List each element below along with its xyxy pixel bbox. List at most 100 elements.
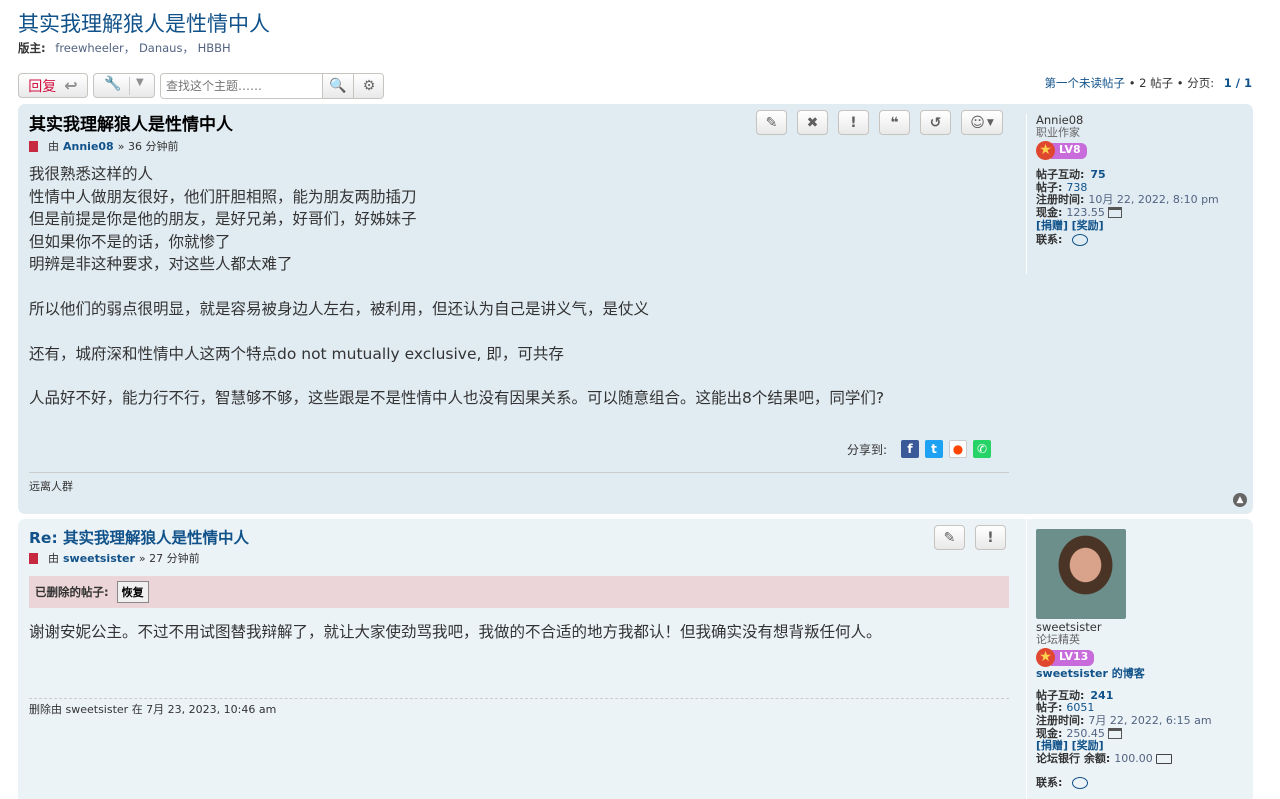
by-label: 由 [48,552,59,565]
divider [129,77,130,95]
back-to-top-icon[interactable]: ▲ [1233,493,1247,507]
twitter-icon[interactable]: t [925,440,944,458]
reddit-icon[interactable]: ● [949,440,968,458]
search-input[interactable] [161,74,323,98]
moderators-line: 版主: freewheeler， Danaus， HBBH [18,40,231,56]
topic-title[interactable]: 其实我理解狼人是性情中人 [18,8,270,38]
reply-button[interactable]: 回复 ↩ [18,73,88,98]
level-badge: ★ LV8 [1036,141,1087,161]
post-paragraph: 所以他们的弱点很明显，就是容易被身边人左右，被利用，但还认为自己是讲义气，是仗义 [29,299,650,318]
post-author[interactable]: Annie08 [63,140,114,153]
deleted-by-notice: 删除由 sweetsister 在 7月 23, 2023, 10:46 am [29,703,277,716]
post-file-icon[interactable] [29,140,38,152]
quote-button[interactable]: ❝ [879,110,910,135]
profile-interactions: 帖子互动: 75 [1036,168,1106,182]
advanced-search-button[interactable]: ⚙ [353,74,383,98]
post-line: 我很熟悉这样的人 [29,165,154,183]
report-button[interactable]: ! [975,525,1006,550]
donate-link[interactable]: [捐赠] [1036,219,1068,232]
avatar[interactable] [1036,529,1126,619]
gear-icon: ⚙ [362,78,376,94]
post-file-icon[interactable] [29,552,38,564]
contact-icon[interactable] [1072,234,1089,247]
signature-divider [29,472,1009,473]
post-title[interactable]: 其实我理解狼人是性情中人 [29,110,233,135]
exclamation-icon: ! [850,114,857,131]
pagination-info: 第一个未读帖子 • 2 帖子 • 分页: 1 / 1 [1045,75,1252,91]
topic-page: 其实我理解狼人是性情中人 版主: freewheeler， Danaus， HB… [0,0,1280,799]
wrench-icon: 🔧 [104,76,122,92]
page-number: 1 / 1 [1223,76,1252,90]
post-paragraph: 还有，城府深和性情中人这两个特点do not mutually exclusiv… [29,345,564,363]
post-author[interactable]: sweetsister [63,552,135,565]
post-profile: Annie08 职业作家 ★ LV8 帖子互动: 75 帖子: 738 注册时间: 1… [1026,114,1253,274]
post-line: 性情中人做朋友很好，他们肝胆相照，能为朋友两肋插刀 [29,187,417,206]
signature: 远离人群 [29,480,73,493]
profile-contact: 联系: [1036,233,1253,247]
post-profile: sweetsister 论坛精英 ★ LV13 sweetsister 的博客 … [1026,519,1253,799]
bank-icon [1107,207,1122,219]
by-label: 由 [48,140,59,153]
donate-link[interactable]: [捐赠] [1036,739,1068,752]
post-line: 但是前提是你是他的朋友，是好兄弟，好哥们，好姊妹子 [29,210,417,228]
post-line: 明辨是非这种要求，对这些人都太难了 [29,255,293,273]
post-content: 谢谢安妮公主。不过不用试图替我辩解了，就让大家使劲骂我吧，我做的不合适的地方我都… [29,621,882,644]
moderators-label: 版主: [18,41,46,55]
profile-actions: [捐赠] [奖励] [1036,219,1253,233]
profile-contact: 联系: [1036,777,1253,790]
edit-button[interactable]: ✎ [756,110,787,135]
deleted-label: 已删除的帖子: [35,585,109,599]
moderators-list[interactable]: freewheeler， Danaus， HBBH [55,41,230,55]
profile-rank: 论坛精英 [1036,632,1080,646]
topic-tools-button[interactable]: 🔧 ▼ [93,73,155,98]
post-time: » 36 分钟前 [117,140,179,153]
edit-button[interactable]: ✎ [934,525,965,550]
chevron-down-icon: ▼ [136,77,144,88]
restore-button[interactable]: 恢复 [116,581,149,603]
history-icon: ↺ [929,114,942,131]
profile-joined: 注册时间: 7月 22, 2022, 6:15 am [1036,713,1212,727]
blog-link[interactable]: sweetsister 的博客 [1036,667,1145,680]
facebook-icon[interactable]: f [901,440,920,458]
post-paragraph: 谢谢安妮公主。不过不用试图替我辩解了，就让大家使劲骂我吧，我做的不合适的地方我都… [29,623,882,641]
level-label: LV8 [1051,142,1087,159]
post-line: 但如果你不是的话，你就惨了 [29,232,231,251]
reply-label: 回复 [28,78,57,95]
whatsapp-icon[interactable]: ✆ [973,440,992,458]
separator: • [1176,76,1184,90]
exclamation-icon: ! [987,529,994,546]
delete-button[interactable]: ✖ [797,110,828,135]
share-bar: 分享到: f t ● ✆ [847,440,992,458]
reactions-button[interactable]: ☺ ▼ [961,110,1003,135]
search-button[interactable]: 🔍 [322,74,353,98]
post: Re: 其实我理解狼人是性情中人 由 sweetsister » 27 分钟前 … [18,519,1253,799]
post-time: » 27 分钟前 [138,552,200,565]
reply-icon: ↩ [64,76,78,95]
post-count: 2 帖子 [1139,76,1174,90]
bank-icon [1107,728,1122,740]
contact-icon[interactable] [1072,777,1089,790]
close-icon: ✖ [806,114,819,131]
profile-username[interactable]: Annie08 [1036,114,1253,127]
post-meta: 由 sweetsister » 27 分钟前 [29,550,200,566]
reward-link[interactable]: [奖励] [1072,219,1104,232]
report-button[interactable]: ! [838,110,869,135]
smiley-icon: ☺ [970,114,985,131]
level-badge: ★ LV13 [1036,648,1095,668]
topic-search: 🔍 ⚙ [160,73,384,99]
post-buttons: ✎ ✖ ! ❝ ↺ ☺ ▼ [756,110,1003,135]
history-button[interactable]: ↺ [920,110,951,135]
separator: • [1128,76,1136,90]
notice-divider [29,698,1009,699]
deleted-post-notice: 已删除的帖子: 恢复 [29,576,1009,608]
profile-rank: 职业作家 [1036,125,1080,139]
share-label: 分享到: [847,442,888,457]
level-label: LV13 [1051,649,1095,666]
profile-bank: 论坛银行 余额: 100.00 [1036,752,1253,766]
post-title[interactable]: Re: 其实我理解狼人是性情中人 [29,526,249,548]
chevron-down-icon: ▼ [986,117,994,128]
post-meta: 由 Annie08 » 36 分钟前 [29,138,178,154]
reward-link[interactable]: [奖励] [1072,739,1104,752]
first-unread-link[interactable]: 第一个未读帖子 [1045,76,1126,90]
profile-username[interactable]: sweetsister [1036,621,1253,634]
